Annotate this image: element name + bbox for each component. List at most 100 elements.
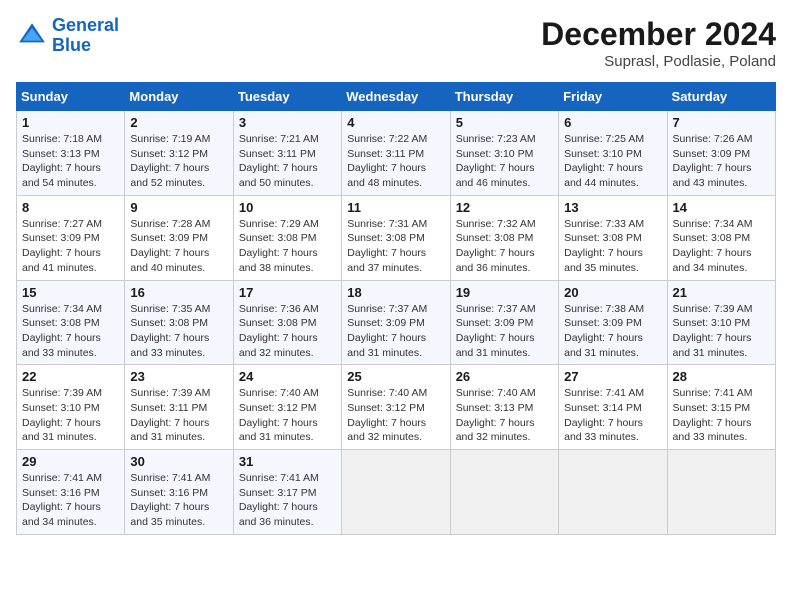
day-info: Sunrise: 7:18 AMSunset: 3:13 PMDaylight:…: [22, 132, 119, 191]
day-number: 9: [130, 200, 227, 215]
day-number: 31: [239, 454, 336, 469]
day-number: 4: [347, 115, 444, 130]
calendar-cell: 30Sunrise: 7:41 AMSunset: 3:16 PMDayligh…: [125, 450, 233, 535]
day-number: 5: [456, 115, 553, 130]
logo-line1: General: [52, 15, 119, 35]
day-number: 11: [347, 200, 444, 215]
day-number: 27: [564, 369, 661, 384]
calendar-cell: [450, 450, 558, 535]
calendar-cell: 9 Sunrise: 7:28 AMSunset: 3:09 PMDaylight…: [125, 195, 233, 280]
day-info: Sunrise: 7:28 AMSunset: 3:09 PMDaylight:…: [130, 217, 227, 276]
calendar-cell: 7Sunrise: 7:26 AMSunset: 3:09 PMDaylight…: [667, 111, 775, 196]
day-info: Sunrise: 7:26 AMSunset: 3:09 PMDaylight:…: [673, 132, 770, 191]
day-info: Sunrise: 7:23 AMSunset: 3:10 PMDaylight:…: [456, 132, 553, 191]
day-number: 30: [130, 454, 227, 469]
day-number: 28: [673, 369, 770, 384]
page-header: General Blue December 2024 Suprasl, Podl…: [16, 16, 776, 70]
title-area: December 2024 Suprasl, Podlasie, Poland: [541, 16, 776, 70]
calendar-cell: 2Sunrise: 7:19 AMSunset: 3:12 PMDaylight…: [125, 111, 233, 196]
calendar-cell: [342, 450, 450, 535]
calendar-cell: 27 Sunrise: 7:41 AMSunset: 3:14 PMDayligh…: [559, 365, 667, 450]
calendar-cell: 26 Sunrise: 7:40 AMSunset: 3:13 PMDayligh…: [450, 365, 558, 450]
logo-icon: [16, 20, 48, 52]
calendar-cell: 8 Sunrise: 7:27 AMSunset: 3:09 PMDaylight…: [17, 195, 125, 280]
day-info: Sunrise: 7:40 AMSunset: 3:12 PMDaylight:…: [347, 386, 444, 445]
day-info: Sunrise: 7:35 AMSunset: 3:08 PMDaylight:…: [130, 302, 227, 361]
calendar-cell: 29 Sunrise: 7:41 AMSunset: 3:16 PMDayligh…: [17, 450, 125, 535]
calendar-cell: 31Sunrise: 7:41 AMSunset: 3:17 PMDayligh…: [233, 450, 341, 535]
day-info: Sunrise: 7:36 AMSunset: 3:08 PMDaylight:…: [239, 302, 336, 361]
day-info: Sunrise: 7:34 AMSunset: 3:08 PMDaylight:…: [673, 217, 770, 276]
day-info: Sunrise: 7:39 AMSunset: 3:10 PMDaylight:…: [673, 302, 770, 361]
day-number: 10: [239, 200, 336, 215]
week-row-4: 22 Sunrise: 7:39 AMSunset: 3:10 PMDayligh…: [17, 365, 776, 450]
day-info: Sunrise: 7:27 AMSunset: 3:09 PMDaylight:…: [22, 217, 119, 276]
calendar-cell: 3 Sunrise: 7:21 AMSunset: 3:11 PMDaylight…: [233, 111, 341, 196]
day-number: 23: [130, 369, 227, 384]
month-title: December 2024: [541, 16, 776, 53]
calendar-cell: 10 Sunrise: 7:29 AMSunset: 3:08 PMDayligh…: [233, 195, 341, 280]
day-number: 6: [564, 115, 661, 130]
day-number: 14: [673, 200, 770, 215]
calendar-cell: 21Sunrise: 7:39 AMSunset: 3:10 PMDayligh…: [667, 280, 775, 365]
logo-line2: Blue: [52, 35, 91, 55]
day-info: Sunrise: 7:25 AMSunset: 3:10 PMDaylight:…: [564, 132, 661, 191]
day-info: Sunrise: 7:38 AMSunset: 3:09 PMDaylight:…: [564, 302, 661, 361]
day-info: Sunrise: 7:21 AMSunset: 3:11 PMDaylight:…: [239, 132, 336, 191]
day-number: 26: [456, 369, 553, 384]
calendar-cell: 19 Sunrise: 7:37 AMSunset: 3:09 PMDayligh…: [450, 280, 558, 365]
day-info: Sunrise: 7:37 AMSunset: 3:09 PMDaylight:…: [347, 302, 444, 361]
weekday-header-row: SundayMondayTuesdayWednesdayThursdayFrid…: [17, 83, 776, 111]
day-number: 22: [22, 369, 119, 384]
day-info: Sunrise: 7:34 AMSunset: 3:08 PMDaylight:…: [22, 302, 119, 361]
calendar-cell: [559, 450, 667, 535]
day-info: Sunrise: 7:41 AMSunset: 3:15 PMDaylight:…: [673, 386, 770, 445]
week-row-5: 29 Sunrise: 7:41 AMSunset: 3:16 PMDayligh…: [17, 450, 776, 535]
calendar-cell: [667, 450, 775, 535]
day-info: Sunrise: 7:37 AMSunset: 3:09 PMDaylight:…: [456, 302, 553, 361]
weekday-header-monday: Monday: [125, 83, 233, 111]
calendar-cell: 15 Sunrise: 7:34 AMSunset: 3:08 PMDayligh…: [17, 280, 125, 365]
calendar-cell: 25 Sunrise: 7:40 AMSunset: 3:12 PMDayligh…: [342, 365, 450, 450]
day-info: Sunrise: 7:41 AMSunset: 3:14 PMDaylight:…: [564, 386, 661, 445]
day-number: 8: [22, 200, 119, 215]
day-number: 20: [564, 285, 661, 300]
day-info: Sunrise: 7:40 AMSunset: 3:13 PMDaylight:…: [456, 386, 553, 445]
day-number: 25: [347, 369, 444, 384]
weekday-header-saturday: Saturday: [667, 83, 775, 111]
day-number: 3: [239, 115, 336, 130]
calendar-cell: 20 Sunrise: 7:38 AMSunset: 3:09 PMDayligh…: [559, 280, 667, 365]
calendar-cell: 13Sunrise: 7:33 AMSunset: 3:08 PMDayligh…: [559, 195, 667, 280]
day-info: Sunrise: 7:29 AMSunset: 3:08 PMDaylight:…: [239, 217, 336, 276]
day-info: Sunrise: 7:22 AMSunset: 3:11 PMDaylight:…: [347, 132, 444, 191]
day-number: 15: [22, 285, 119, 300]
day-info: Sunrise: 7:39 AMSunset: 3:10 PMDaylight:…: [22, 386, 119, 445]
calendar-cell: 17 Sunrise: 7:36 AMSunset: 3:08 PMDayligh…: [233, 280, 341, 365]
logo-text: General Blue: [52, 16, 119, 56]
calendar-table: SundayMondayTuesdayWednesdayThursdayFrid…: [16, 82, 776, 535]
weekday-header-friday: Friday: [559, 83, 667, 111]
week-row-3: 15 Sunrise: 7:34 AMSunset: 3:08 PMDayligh…: [17, 280, 776, 365]
week-row-1: 1Sunrise: 7:18 AMSunset: 3:13 PMDaylight…: [17, 111, 776, 196]
day-info: Sunrise: 7:19 AMSunset: 3:12 PMDaylight:…: [130, 132, 227, 191]
calendar-cell: 24 Sunrise: 7:40 AMSunset: 3:12 PMDayligh…: [233, 365, 341, 450]
week-row-2: 8 Sunrise: 7:27 AMSunset: 3:09 PMDaylight…: [17, 195, 776, 280]
day-number: 24: [239, 369, 336, 384]
calendar-cell: 22 Sunrise: 7:39 AMSunset: 3:10 PMDayligh…: [17, 365, 125, 450]
day-info: Sunrise: 7:40 AMSunset: 3:12 PMDaylight:…: [239, 386, 336, 445]
calendar-cell: 16 Sunrise: 7:35 AMSunset: 3:08 PMDayligh…: [125, 280, 233, 365]
day-number: 19: [456, 285, 553, 300]
calendar-cell: 6 Sunrise: 7:25 AMSunset: 3:10 PMDaylight…: [559, 111, 667, 196]
day-number: 17: [239, 285, 336, 300]
day-info: Sunrise: 7:41 AMSunset: 3:16 PMDaylight:…: [22, 471, 119, 530]
weekday-header-sunday: Sunday: [17, 83, 125, 111]
weekday-header-wednesday: Wednesday: [342, 83, 450, 111]
day-number: 18: [347, 285, 444, 300]
weekday-header-tuesday: Tuesday: [233, 83, 341, 111]
logo: General Blue: [16, 16, 119, 56]
day-number: 16: [130, 285, 227, 300]
day-number: 29: [22, 454, 119, 469]
calendar-cell: 12Sunrise: 7:32 AMSunset: 3:08 PMDayligh…: [450, 195, 558, 280]
calendar-cell: 11Sunrise: 7:31 AMSunset: 3:08 PMDayligh…: [342, 195, 450, 280]
weekday-header-thursday: Thursday: [450, 83, 558, 111]
